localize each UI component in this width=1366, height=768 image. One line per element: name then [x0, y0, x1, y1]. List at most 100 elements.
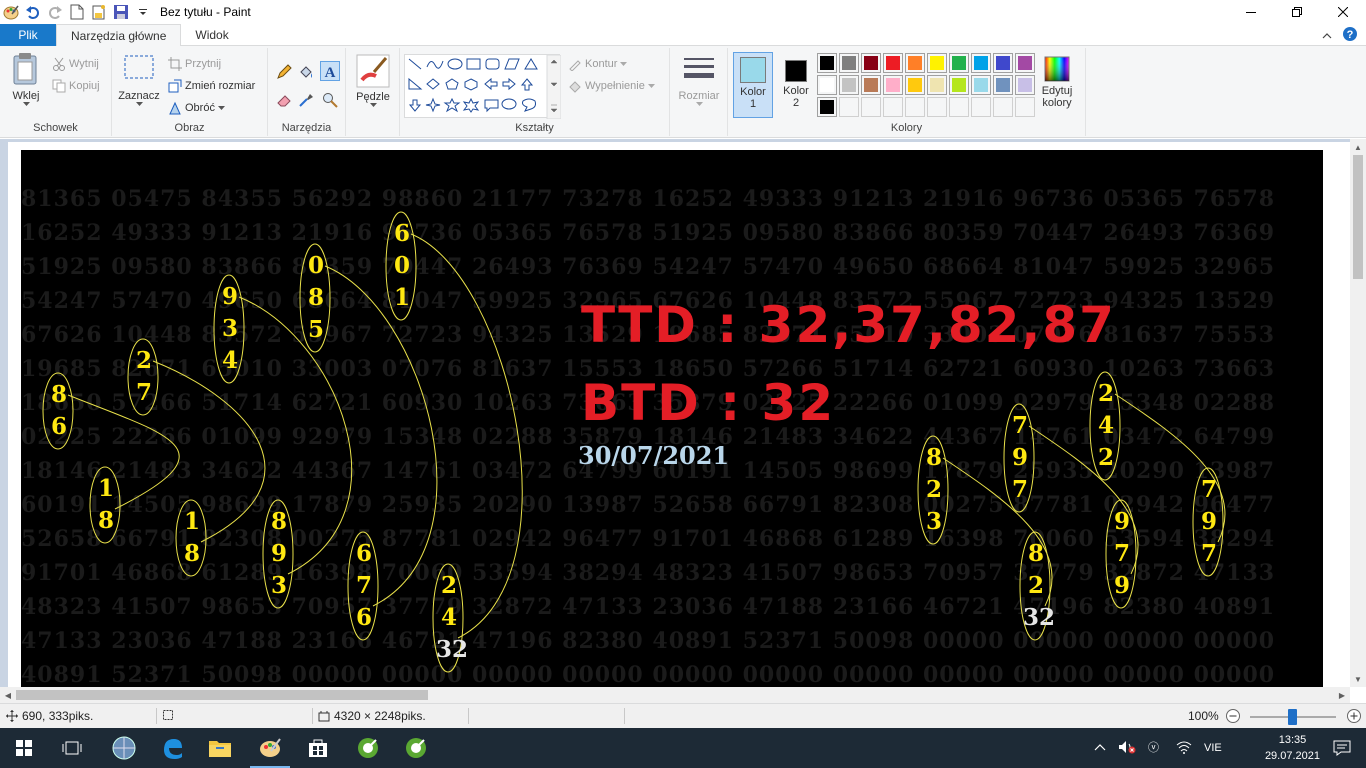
edit-colors-button[interactable]: Edytuj kolory	[1034, 52, 1080, 118]
palette-swatch[interactable]	[839, 75, 859, 95]
palette-swatch[interactable]	[905, 75, 925, 95]
zoom-slider[interactable]	[1250, 709, 1336, 725]
palette-swatch[interactable]	[993, 53, 1013, 73]
tab-home[interactable]: Narzędzia główne	[56, 24, 182, 47]
select-button[interactable]: Zaznacz	[116, 54, 162, 107]
zoom-slider-thumb[interactable]	[1288, 709, 1297, 725]
customize-qa-icon[interactable]	[132, 1, 154, 23]
palette-swatch[interactable]	[971, 97, 991, 117]
undo-icon[interactable]	[22, 1, 44, 23]
speaker-icon[interactable]	[1118, 740, 1136, 757]
new-file-icon[interactable]	[66, 1, 88, 23]
start-button[interactable]	[0, 728, 48, 768]
restore-button[interactable]	[1274, 0, 1320, 24]
palette-swatch[interactable]	[817, 97, 837, 117]
eraser-icon[interactable]	[274, 90, 294, 110]
scroll-right-icon[interactable]: ▶	[1334, 687, 1350, 703]
palette-swatch[interactable]	[927, 53, 947, 73]
palette-swatch[interactable]	[949, 97, 969, 117]
svg-text:ⓥ: ⓥ	[1148, 741, 1159, 754]
column-digit: 32	[1023, 604, 1056, 631]
palette-swatch[interactable]	[949, 53, 969, 73]
taskbar-app-green-1[interactable]	[344, 728, 392, 768]
action-center-button[interactable]	[1318, 728, 1366, 768]
close-button[interactable]	[1320, 0, 1366, 24]
magnifier-icon[interactable]	[320, 90, 340, 110]
scroll-down-icon[interactable]: ▼	[1350, 671, 1366, 687]
vertical-scroll-thumb[interactable]	[1353, 155, 1363, 279]
palette-swatch[interactable]	[993, 97, 1013, 117]
horizontal-scroll-thumb[interactable]	[16, 690, 428, 700]
clock[interactable]: 13:35 29.07.2021	[1265, 732, 1320, 764]
resize-button[interactable]: Zmień rozmiar	[168, 76, 255, 96]
tab-view[interactable]: Widok	[181, 24, 242, 46]
zoom-out-button[interactable]	[1225, 708, 1241, 724]
taskbar-edge[interactable]	[148, 728, 196, 768]
palette-swatch[interactable]	[861, 53, 881, 73]
vertical-scrollbar[interactable]: ▲ ▼	[1350, 139, 1366, 687]
size-button[interactable]: Rozmiar	[678, 54, 720, 107]
paint-app-icon[interactable]	[0, 1, 22, 23]
redo-icon[interactable]	[44, 1, 66, 23]
open-file-icon[interactable]	[88, 1, 110, 23]
brushes-button[interactable]: Pędzle	[352, 54, 394, 108]
copy-button[interactable]: Kopiuj	[52, 76, 100, 96]
zoom-in-button[interactable]	[1346, 708, 1362, 724]
palette-swatch[interactable]	[949, 75, 969, 95]
taskbar-explorer[interactable]	[196, 728, 244, 768]
group-brushes: Pędzle	[346, 48, 400, 136]
palette-swatch[interactable]	[905, 97, 925, 117]
palette-swatch[interactable]	[905, 53, 925, 73]
language-indicator[interactable]: VIE	[1204, 742, 1222, 754]
cut-button[interactable]: Wytnij	[52, 54, 99, 74]
palette-swatch[interactable]	[861, 97, 881, 117]
palette-swatch[interactable]	[839, 53, 859, 73]
crop-button[interactable]: Przytnij	[168, 54, 221, 74]
palette-swatch[interactable]	[971, 53, 991, 73]
fill-button[interactable]: Wypełnienie	[568, 76, 655, 96]
taskbar-store[interactable]	[294, 728, 342, 768]
palette-swatch[interactable]	[1015, 75, 1035, 95]
scroll-left-icon[interactable]: ◀	[0, 687, 16, 703]
task-view-button[interactable]	[48, 728, 96, 768]
text-tool-icon[interactable]: A	[320, 61, 340, 81]
palette-swatch[interactable]	[883, 75, 903, 95]
help-icon[interactable]: ?	[1342, 26, 1358, 45]
palette-swatch[interactable]	[817, 53, 837, 73]
fill-bucket-icon[interactable]	[296, 62, 316, 82]
palette-swatch[interactable]	[927, 97, 947, 117]
taskbar-app-green-2[interactable]	[392, 728, 440, 768]
color1-button[interactable]: Kolor 1	[733, 52, 773, 118]
tab-file[interactable]: Plik	[0, 24, 56, 46]
palette-swatch[interactable]	[927, 75, 947, 95]
palette-swatch[interactable]	[971, 75, 991, 95]
wifi-icon[interactable]	[1176, 740, 1192, 757]
color-picker-icon[interactable]	[296, 90, 316, 110]
palette-swatch[interactable]	[839, 97, 859, 117]
paste-button[interactable]: Wklej	[6, 52, 46, 107]
column-digit: 3	[221, 315, 238, 342]
show-hidden-icons-icon[interactable]	[1094, 742, 1106, 754]
taskbar-app-network[interactable]	[100, 728, 148, 768]
palette-swatch[interactable]	[861, 75, 881, 95]
palette-swatch[interactable]	[993, 75, 1013, 95]
palette-swatch[interactable]	[883, 53, 903, 73]
canvas[interactable]: 81365 05475 84355 56292 98860 21177 7327…	[21, 150, 1323, 687]
number-column: 6 7 6	[351, 538, 377, 634]
minimize-button[interactable]	[1228, 0, 1274, 24]
rotate-button[interactable]: Obróć	[168, 98, 225, 118]
outline-button[interactable]: Kontur	[568, 54, 628, 74]
palette-swatch[interactable]	[883, 97, 903, 117]
collapse-ribbon-icon[interactable]	[1322, 29, 1332, 43]
horizontal-scrollbar[interactable]: ◀ ▶	[0, 687, 1350, 703]
palette-swatch[interactable]	[1015, 53, 1035, 73]
save-icon[interactable]	[110, 1, 132, 23]
pencil-icon[interactable]	[274, 62, 294, 82]
color2-button[interactable]: Kolor 2	[776, 52, 816, 118]
taskbar-paint[interactable]	[246, 728, 294, 768]
ime-icon[interactable]: ⓥ	[1148, 740, 1164, 757]
palette-swatch[interactable]	[817, 75, 837, 95]
scroll-up-icon[interactable]: ▲	[1350, 139, 1366, 155]
palette-swatch[interactable]	[1015, 97, 1035, 117]
shapes-gallery[interactable]	[404, 54, 562, 120]
